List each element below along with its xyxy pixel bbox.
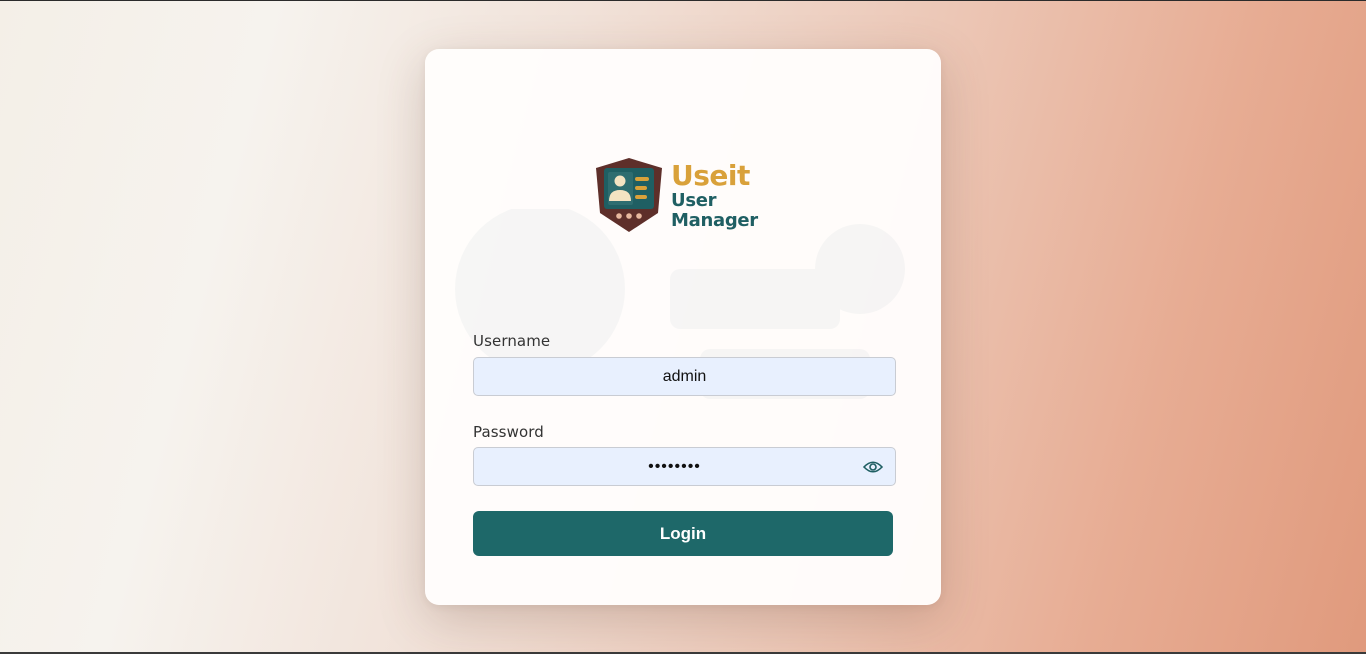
logo-brand-text: Useit bbox=[671, 159, 750, 192]
eye-icon bbox=[863, 461, 883, 473]
logo-subtitle-line2: Manager bbox=[671, 210, 758, 231]
login-card: Useit User Manager Username Password Log… bbox=[425, 49, 941, 605]
user-card-shield-icon bbox=[596, 158, 662, 232]
username-input[interactable] bbox=[473, 357, 896, 396]
watermark-graphic bbox=[440, 209, 920, 429]
password-input[interactable] bbox=[473, 447, 896, 486]
password-label: Password bbox=[473, 423, 544, 441]
toggle-password-visibility-button[interactable] bbox=[858, 454, 888, 480]
logo-subtitle-line1: User bbox=[671, 190, 717, 211]
username-label: Username bbox=[473, 332, 551, 350]
logo-wordmark: Useit User Manager bbox=[671, 161, 758, 231]
login-page: { "logo": { "brand": "Useit", "line1": "… bbox=[0, 0, 1366, 654]
login-button[interactable]: Login bbox=[473, 511, 893, 556]
app-logo: Useit User Manager bbox=[595, 157, 758, 233]
